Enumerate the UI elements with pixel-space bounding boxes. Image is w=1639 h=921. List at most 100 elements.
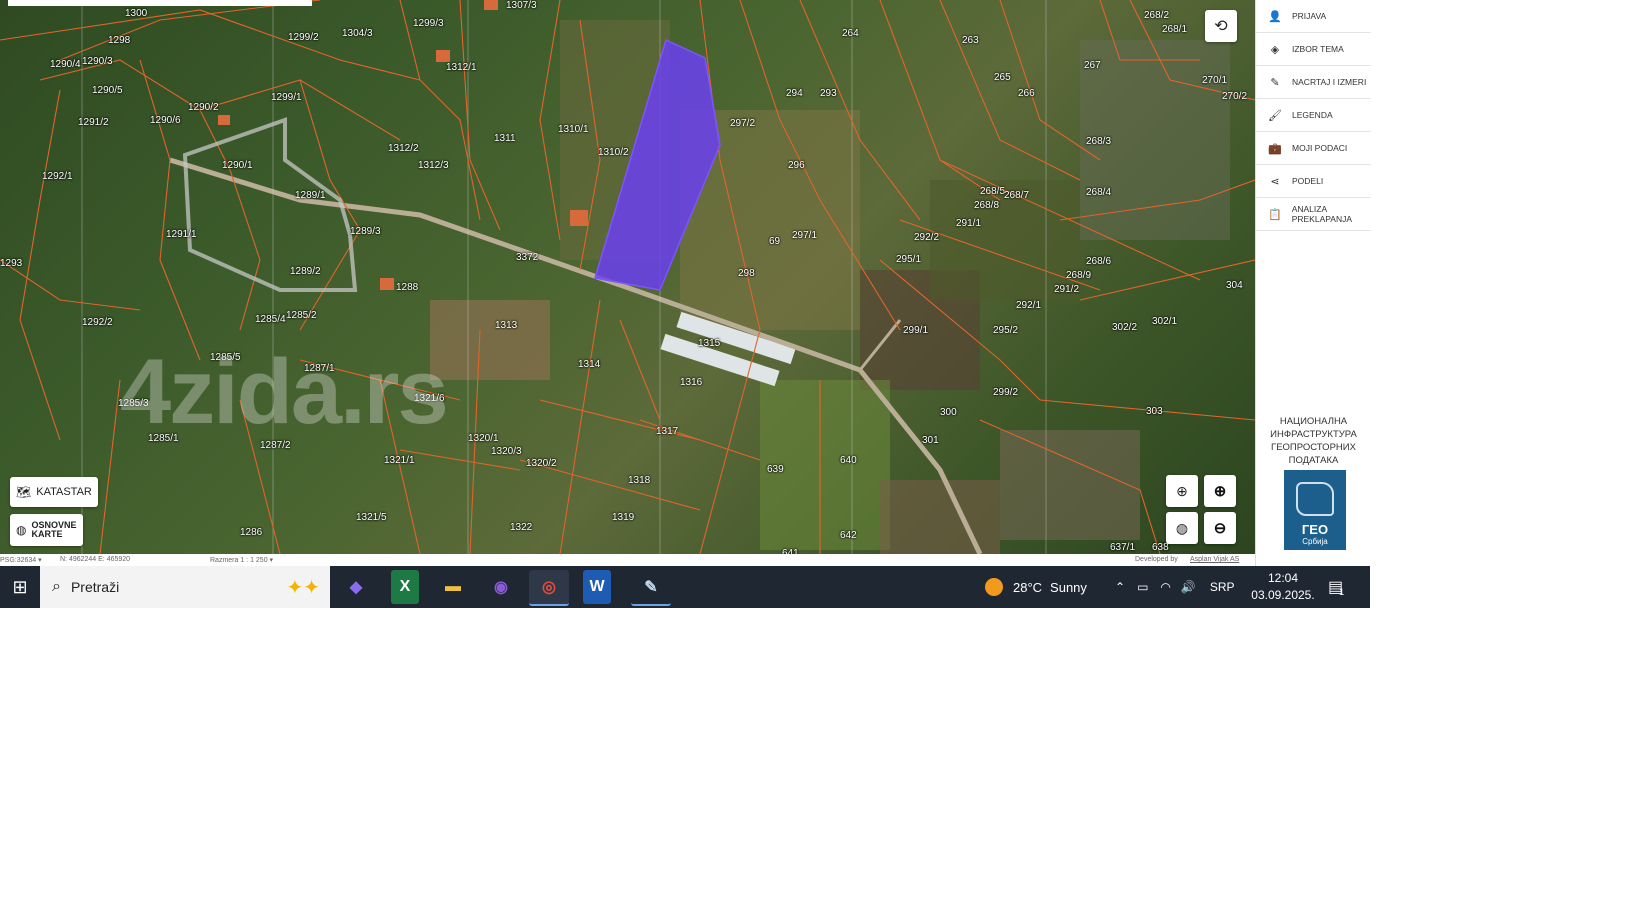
locate-button[interactable]: ⊕ xyxy=(1166,475,1198,507)
parcel-label: 1321/1 xyxy=(384,455,415,466)
serbia-map-icon xyxy=(1296,482,1334,516)
user-icon: 👤 xyxy=(1268,10,1282,23)
parcel-label: 268/2 xyxy=(1144,10,1170,21)
sidebar-item-podeli[interactable]: ⋖ PODELI xyxy=(1256,165,1371,198)
parcel-label: 1290/2 xyxy=(188,102,219,113)
chrome-app-button[interactable]: ◎ xyxy=(529,570,569,606)
parcel-label: 303 xyxy=(1146,406,1163,417)
start-button[interactable]: ⊞ xyxy=(0,566,40,608)
nigp-line: ПОДАТАКА xyxy=(1288,455,1339,466)
sidebar-item-legenda[interactable]: 🖌 LEGENDA xyxy=(1256,99,1371,132)
parcel-label: 301 xyxy=(922,435,939,446)
parcel-label: 293 xyxy=(820,88,837,99)
parcel-label: 1286 xyxy=(240,527,263,538)
file-explorer-button[interactable]: ▬ xyxy=(433,570,473,604)
search-placeholder: Pretraži xyxy=(70,579,120,595)
parcel-label: 304 xyxy=(1226,280,1243,291)
language-indicator[interactable]: SRP xyxy=(1210,580,1235,594)
field-patch xyxy=(1000,430,1140,540)
weather-condition: Sunny xyxy=(1050,579,1087,595)
sidebar-item-analiza-preklapanja[interactable]: 📋 ANALIZA PREKLAPANJA xyxy=(1256,198,1371,231)
parcel-label: 1285/4 xyxy=(255,314,286,325)
parcel-label: 265 xyxy=(994,72,1011,83)
sidebar-item-label: PODELI xyxy=(1292,176,1324,186)
search-icon: ⌕ xyxy=(52,578,61,595)
parcel-label: 3372 xyxy=(516,252,539,263)
parcel-label: 1299/3 xyxy=(413,18,444,29)
parcel-label: 1310/1 xyxy=(558,124,589,135)
layers-icon: ◈ xyxy=(1270,43,1280,56)
parcel-label: 266 xyxy=(1018,88,1035,99)
parcel-label: 268/7 xyxy=(1004,190,1030,201)
parcel-label: 1310/2 xyxy=(598,147,629,158)
weather-temp: 28°C xyxy=(1013,579,1043,595)
clock[interactable]: 12:04 03.09.2025. xyxy=(1250,570,1316,604)
globe-button[interactable]: ◍ xyxy=(1166,512,1198,544)
parcel-label: 1304/3 xyxy=(342,28,373,39)
parcel-label: 1290/5 xyxy=(92,85,123,96)
parcel-label: 69 xyxy=(769,236,781,247)
parcel-label: 300 xyxy=(940,407,957,418)
parcel-label: 292/1 xyxy=(1016,300,1042,311)
parcel-label: 638 xyxy=(1152,542,1169,553)
geo-srbija-logo[interactable]: ГЕО Србија xyxy=(1284,470,1346,550)
sidebar-item-label: ANALIZA PREKLAPANJA xyxy=(1291,204,1353,224)
sidebar-item-izbor-tema[interactable]: ◈ IZBOR TEMA xyxy=(1256,33,1371,66)
house-roof xyxy=(570,210,588,226)
map-canvas[interactable]: 1300 1298 1299/3 1304/3 1299/2 1307/3 1290/4 12… xyxy=(0,0,1255,554)
viber-app-button[interactable]: ◉ xyxy=(481,570,521,604)
paint-icon: ✎ xyxy=(644,579,658,596)
chevron-up-icon[interactable]: ⌃ xyxy=(1115,580,1125,594)
geo-logo-subtext: Србија xyxy=(1302,537,1328,546)
excel-app-button[interactable]: X xyxy=(391,570,419,604)
crs-selector[interactable]: PSG:32634 ▾ xyxy=(0,556,42,564)
parcel-label: 1289/2 xyxy=(290,266,321,277)
paint-app-button[interactable]: ✎ xyxy=(631,570,671,606)
sidebar-item-moji-podaci[interactable]: 💼 MOJI PODACI xyxy=(1256,132,1371,165)
taskbar-search[interactable]: ⌕ Pretraži ✦✦ xyxy=(40,566,330,608)
zoom-out-button[interactable]: ⊖ xyxy=(1204,512,1236,544)
copilot-icon: ◆ xyxy=(349,579,363,596)
parcel-label: 268/1 xyxy=(1162,24,1188,35)
coordinates-readout: N: 4962244 E: 465920 xyxy=(60,556,131,563)
parcel-label: 1300 xyxy=(125,8,148,19)
volume-icon[interactable]: 🔊 xyxy=(1181,580,1196,594)
katastar-button[interactable]: 🗺 KATASTAR xyxy=(10,477,98,507)
parcel-label: 1289/3 xyxy=(350,226,381,237)
house-roof xyxy=(436,50,450,62)
basemaps-button[interactable]: ◍ OSNOVNE KARTE xyxy=(10,514,83,546)
share-icon: ⋖ xyxy=(1270,175,1280,188)
crosshair-icon: ⊕ xyxy=(1176,482,1188,499)
battery-icon[interactable]: ▭ xyxy=(1137,580,1148,594)
word-app-button[interactable]: W xyxy=(583,570,611,604)
developer-link[interactable]: Asplan Vijak AS xyxy=(1190,556,1239,563)
weather-widget[interactable]: 28°C Sunny xyxy=(985,566,1087,608)
notifications-button[interactable]: ▤ 1 xyxy=(1328,566,1344,608)
parcel-label: 268/8 xyxy=(974,200,1000,211)
globe-icon: ◍ xyxy=(1175,519,1189,536)
parcel-label: 1291/2 xyxy=(78,117,109,128)
zoom-in-button[interactable]: ⊕ xyxy=(1204,475,1236,507)
minus-icon: ⊖ xyxy=(1213,520,1227,537)
notification-count: 1 xyxy=(1339,587,1345,597)
reset-rotation-button[interactable]: ⟲ xyxy=(1205,10,1237,42)
sidebar-item-prijava[interactable]: 👤 PRIJAVA xyxy=(1256,0,1371,33)
app-window: 1300 1298 1299/3 1304/3 1299/2 1307/3 1290/4 12… xyxy=(0,0,1371,608)
map-icon: 🗺 xyxy=(16,485,32,499)
parcel-label: 1319 xyxy=(612,512,635,523)
parcel-label: 267 xyxy=(1084,60,1101,71)
house-roof xyxy=(380,278,394,290)
sidebar-item-nacrtaj-i-izmeri[interactable]: ✎ NACRTAJ I IZMERI xyxy=(1256,66,1371,99)
word-icon: W xyxy=(589,578,605,595)
sidebar: 👤 PRIJAVA ◈ IZBOR TEMA ✎ NACRTAJ I IZMERI 🖌 LEG… xyxy=(1255,0,1371,566)
windows-icon: ⊞ xyxy=(12,576,28,597)
house-roof xyxy=(484,0,498,10)
katastar-label: KATASTAR xyxy=(36,486,92,498)
scale-selector[interactable]: Razmera 1 : 1 250 ▾ xyxy=(210,556,273,564)
parcel-label: 268/6 xyxy=(1086,256,1112,267)
copilot-app-button[interactable]: ◆ xyxy=(336,570,376,604)
wifi-icon[interactable]: ◠ xyxy=(1160,580,1170,594)
clipboard-icon: 📋 xyxy=(1268,208,1282,221)
parcel-label: 1290/1 xyxy=(222,160,253,171)
parcel-label: 264 xyxy=(842,28,859,39)
